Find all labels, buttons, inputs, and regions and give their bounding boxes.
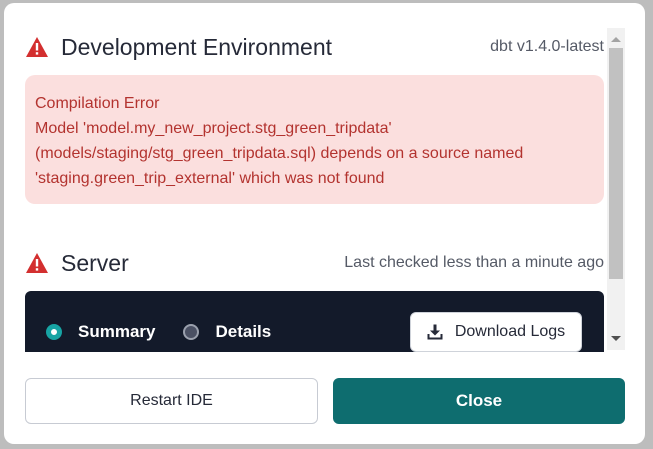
error-heading: Compilation Error [35,95,160,112]
radio-unchecked-icon[interactable] [183,324,200,340]
download-logs-label: Download Logs [454,323,566,340]
error-message-line: (models/staging/stg_green_tripdata.sql) … [35,145,524,162]
download-icon [427,324,443,340]
dbt-version: dbt v1.4.0-latest [490,38,604,55]
dev-env-header: Development Environment dbt v1.4.0-lates… [25,30,604,64]
server-title: Server [61,249,129,276]
last-checked-text: Last checked less than a minute ago [344,254,604,271]
server-header: Server Last checked less than a minute a… [25,246,604,280]
radio-option-details[interactable]: Details [183,322,271,342]
radio-label-details: Details [215,322,272,341]
dev-env-title: Development Environment [61,33,333,60]
warning-icon [26,253,48,273]
radio-checked-icon[interactable] [46,324,62,340]
modal-scroll-content: Development Environment dbt v1.4.0-lates… [4,30,629,352]
download-logs-button[interactable]: Download Logs [410,312,582,352]
close-button[interactable]: Close [333,378,625,424]
server-panel: Summary Details Download Logs [25,291,604,352]
dev-env-title-group: Development Environment [25,34,332,61]
warning-icon [26,37,48,57]
radio-label-summary: Summary [78,322,156,341]
restart-ide-button[interactable]: Restart IDE [25,378,318,424]
server-title-group: Server [25,250,129,277]
compilation-error-box: Compilation Error Model 'model.my_new_pr… [25,75,604,204]
error-message-line: Model 'model.my_new_project.stg_green_tr… [35,120,392,137]
error-message-line: 'staging.green_trip_external' which was … [35,170,385,187]
scrollbar-thumb[interactable] [609,48,623,279]
scroll-up-arrow-icon[interactable] [611,37,621,42]
radio-option-summary[interactable]: Summary [46,322,155,342]
ide-status-modal: Development Environment dbt v1.4.0-lates… [4,3,645,444]
vertical-scrollbar[interactable] [607,28,625,350]
view-mode-radio-group: Summary Details [46,322,299,342]
scroll-down-arrow-icon[interactable] [611,336,621,341]
